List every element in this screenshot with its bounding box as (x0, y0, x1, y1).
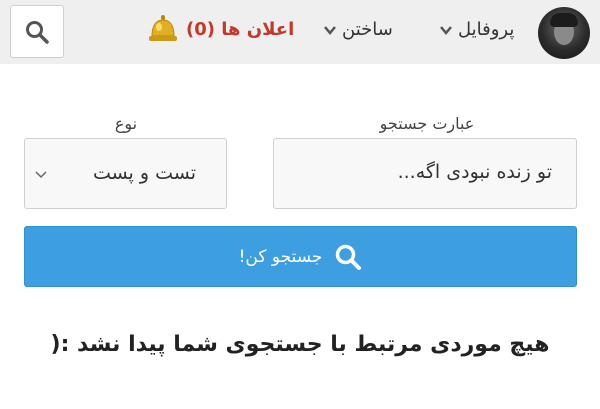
search-icon (336, 244, 362, 270)
search-submit-button[interactable]: جستجو کن! (24, 226, 577, 287)
avatar-hair (550, 13, 578, 27)
chevron-down-icon (324, 25, 336, 35)
search-icon (26, 20, 49, 44)
chevron-down-icon (35, 171, 47, 179)
notifications-link[interactable]: اعلان ها (0) (186, 19, 294, 40)
search-type-value: تست و پست (92, 162, 196, 184)
search-query-label: عبارت جستجو (379, 114, 475, 133)
search-type-label: نوع (114, 114, 138, 133)
user-avatar[interactable] (538, 7, 590, 59)
chevron-down-icon (440, 25, 452, 35)
no-results-message: هیچ موردی مرتبط با جستجوی شما پیدا نشد :… (50, 332, 550, 357)
search-submit-label: جستجو کن! (238, 246, 323, 267)
nav-profile-label: پروفایل (458, 19, 515, 40)
nav-build-label: ساختن (342, 19, 393, 40)
header-search-button[interactable] (10, 5, 64, 58)
search-query-value: تو زنده نبودی اگه... (397, 161, 552, 183)
top-navbar: اعلان ها (0) ساختن پروفایل (0, 0, 600, 64)
bell-icon[interactable] (148, 14, 178, 46)
search-type-select[interactable]: تست و پست (24, 138, 227, 209)
nav-profile-menu[interactable]: پروفایل (440, 19, 514, 40)
search-query-input[interactable]: تو زنده نبودی اگه... (273, 138, 577, 209)
nav-build-menu[interactable]: ساختن (324, 19, 393, 40)
